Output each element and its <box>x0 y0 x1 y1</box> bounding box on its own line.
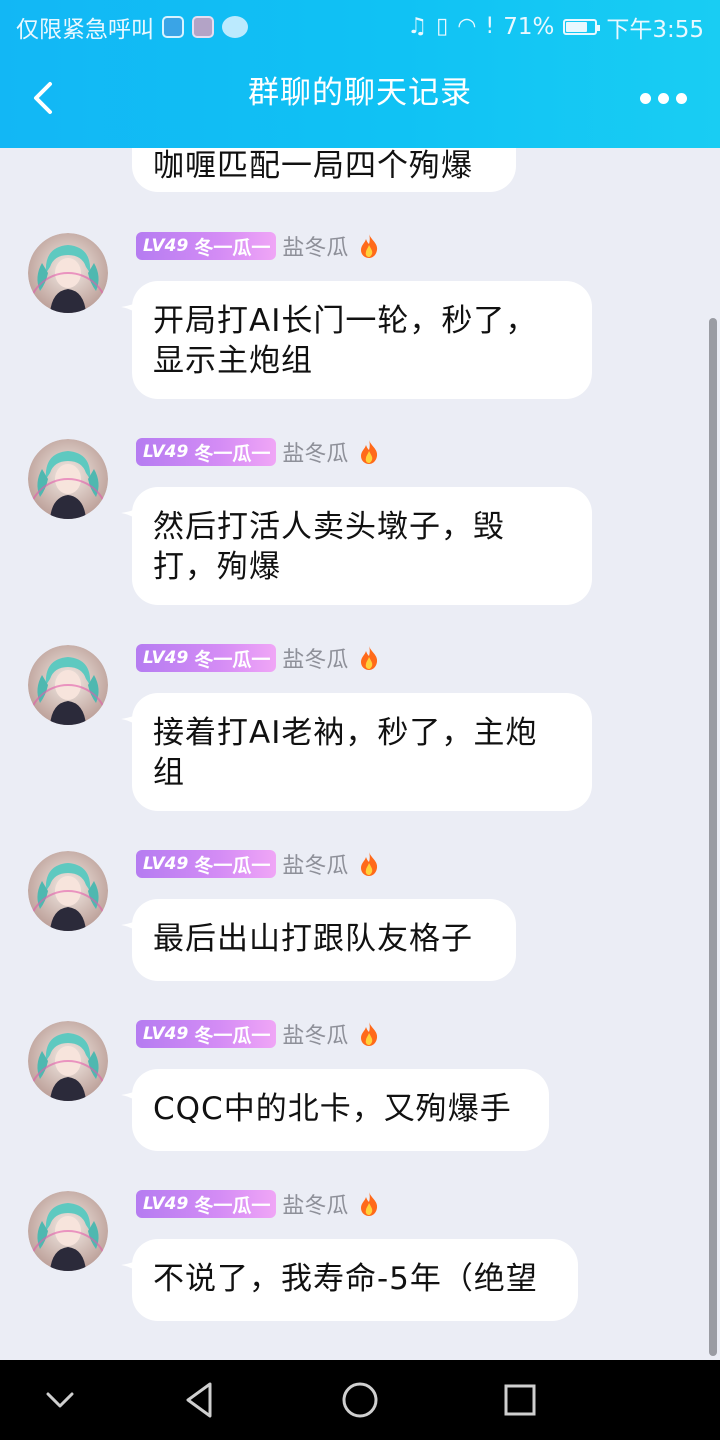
nav-home-button[interactable] <box>338 1378 382 1422</box>
level-text: LV49 <box>143 1194 189 1214</box>
message-text-line: CQC中的北卡，又殉爆手 <box>153 1091 512 1127</box>
title-badge-text: 冬一瓜一 <box>194 1194 271 1217</box>
vibrate-icon: ▯ <box>436 14 449 39</box>
level-badge: LV49 冬一瓜一 <box>136 644 277 672</box>
sender-meta: LV49 冬一瓜一 盐冬瓜 <box>136 849 380 879</box>
battery-alert-icon: ! <box>485 14 495 39</box>
avatar[interactable] <box>28 851 108 931</box>
title-badge-text: 冬一瓜一 <box>194 648 271 671</box>
message-text-line: 显示主炮组 <box>153 343 313 379</box>
recents-square-icon <box>504 1384 536 1416</box>
message-bubble[interactable]: 然后打活人卖头墩子，毁 打，殉爆 <box>121 487 592 605</box>
message-bubble[interactable]: 最后出山打跟队友格子 <box>121 899 516 981</box>
message-bubble[interactable]: CQC中的北卡，又殉爆手 <box>121 1069 549 1151</box>
message-text-line: 最后出山打跟队友格子 <box>153 921 473 957</box>
wifi-icon: ◠ <box>457 14 477 39</box>
sender-name[interactable]: 盐冬瓜 <box>282 230 348 262</box>
message-text-line: 组 <box>153 755 185 791</box>
more-dots-icon <box>640 92 651 104</box>
scrollbar[interactable] <box>709 318 717 1356</box>
title-badge-text: 冬一瓜一 <box>194 236 271 259</box>
avatar[interactable] <box>28 645 108 725</box>
home-circle-icon <box>342 1382 378 1418</box>
chat-history[interactable]: 咖喱匹配一局四个殉爆 LV49 冬一瓜一 盐冬瓜 开局打AI长门一轮，秒了， 显示主炮组… <box>0 148 720 1360</box>
book-app-icon <box>192 16 214 38</box>
message-bubble[interactable]: 开局打AI长门一轮，秒了， 显示主炮组 <box>121 281 592 399</box>
carrier-text: 仅限紧急呼叫 <box>16 17 154 43</box>
nav-back-button[interactable] <box>178 1378 222 1422</box>
title-badge-text: 冬一瓜一 <box>194 854 271 877</box>
battery-percent: 71% <box>503 14 555 40</box>
fire-icon <box>361 1192 378 1216</box>
sender-name[interactable]: 盐冬瓜 <box>282 1018 348 1050</box>
sender-meta: LV49 冬一瓜一 盐冬瓜 <box>136 1019 380 1049</box>
avatar[interactable] <box>28 233 108 313</box>
status-bar: 仅限紧急呼叫 ♫ ▯ ◠ ! 71% 下午3:55 <box>0 0 720 50</box>
fire-icon <box>361 852 378 876</box>
fire-icon <box>361 440 378 464</box>
security-shield-icon <box>162 16 184 38</box>
message-text-line: 然后打活人卖头墩子，毁 <box>153 509 505 545</box>
message-text-line: 开局打AI长门一轮，秒了， <box>153 303 538 339</box>
chevron-down-icon <box>46 1392 74 1408</box>
system-nav-bar <box>0 1360 720 1440</box>
fire-icon <box>361 646 378 670</box>
sender-name[interactable]: 盐冬瓜 <box>282 1188 348 1220</box>
battery-icon <box>563 19 601 35</box>
headphones-icon: ♫ <box>407 14 428 39</box>
wechat-icon <box>222 16 248 38</box>
level-text: LV49 <box>143 442 189 462</box>
level-badge: LV49 冬一瓜一 <box>136 1190 277 1218</box>
message-bubble[interactable]: 接着打AI老衲，秒了，主炮组 <box>121 693 592 811</box>
message-bubble-partial[interactable]: 咖喱匹配一局四个殉爆 <box>132 148 516 192</box>
fire-icon <box>361 234 378 258</box>
sender-name[interactable]: 盐冬瓜 <box>282 642 348 674</box>
avatar[interactable] <box>28 1191 108 1271</box>
message-text-line: 不说了，我寿命-5年（绝望 <box>153 1261 538 1297</box>
fire-icon <box>361 1022 378 1046</box>
message-bubble[interactable]: 不说了，我寿命-5年（绝望 <box>121 1239 578 1321</box>
level-text: LV49 <box>143 1024 189 1044</box>
avatar[interactable] <box>28 1021 108 1101</box>
level-text: LV49 <box>143 854 189 874</box>
sender-meta: LV49 冬一瓜一 盐冬瓜 <box>136 231 380 261</box>
top-bar: 仅限紧急呼叫 ♫ ▯ ◠ ! 71% 下午3:55 群聊的聊天记录 <box>0 0 720 148</box>
title-bar: 群聊的聊天记录 <box>0 50 720 148</box>
page-title: 群聊的聊天记录 <box>248 75 472 111</box>
level-badge: LV49 冬一瓜一 <box>136 850 277 878</box>
sender-meta: LV49 冬一瓜一 盐冬瓜 <box>136 1189 380 1219</box>
message-text-line: 接着打AI老衲，秒了，主炮 <box>153 715 538 751</box>
avatar[interactable] <box>28 439 108 519</box>
more-options-button[interactable] <box>640 86 690 110</box>
back-triangle-icon <box>186 1382 212 1418</box>
title-badge-text: 冬一瓜一 <box>194 1024 271 1047</box>
level-text: LV49 <box>143 236 189 256</box>
sender-name[interactable]: 盐冬瓜 <box>282 436 348 468</box>
level-badge: LV49 冬一瓜一 <box>136 232 277 260</box>
level-badge: LV49 冬一瓜一 <box>136 438 277 466</box>
status-time: 下午3:55 <box>606 17 704 43</box>
sender-meta: LV49 冬一瓜一 盐冬瓜 <box>136 437 380 467</box>
sender-meta: LV49 冬一瓜一 盐冬瓜 <box>136 643 380 673</box>
nav-recents-button[interactable] <box>498 1378 542 1422</box>
level-badge: LV49 冬一瓜一 <box>136 1020 277 1048</box>
message-text: 咖喱匹配一局四个殉爆 <box>153 148 473 184</box>
nav-collapse-button[interactable] <box>38 1378 82 1422</box>
title-badge-text: 冬一瓜一 <box>194 442 271 465</box>
message-text-line: 打，殉爆 <box>153 549 281 585</box>
level-text: LV49 <box>143 648 189 668</box>
sender-name[interactable]: 盐冬瓜 <box>282 848 348 880</box>
